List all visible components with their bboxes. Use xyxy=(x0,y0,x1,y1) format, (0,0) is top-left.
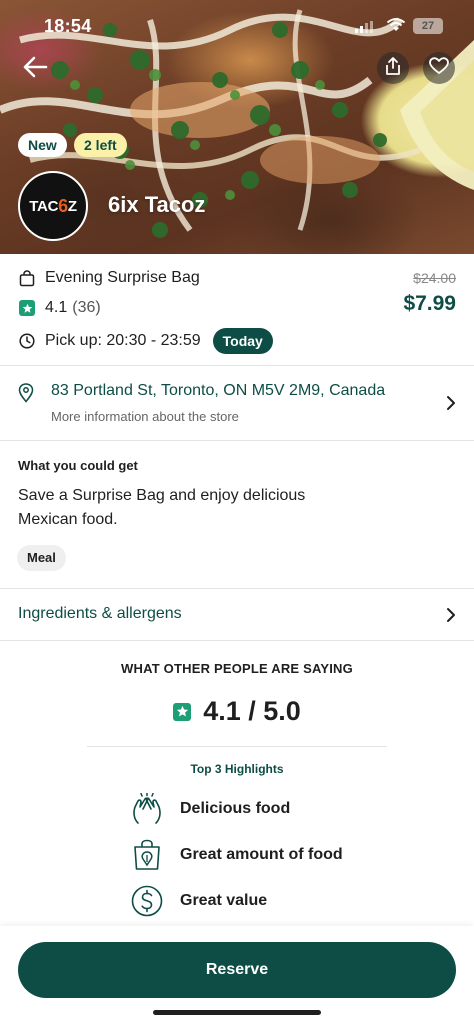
hero-image: 18:54 27 New 2 left TAC 6 Z 6ix Tacoz xyxy=(0,0,474,254)
dollar-icon xyxy=(130,884,164,918)
bag-description: Save a Surprise Bag and enjoy delicious … xyxy=(18,487,306,528)
reviews-heading: WHAT OTHER PEOPLE ARE SAYING xyxy=(121,661,353,676)
discounted-price: $7.99 xyxy=(403,292,456,315)
highlight-label: Delicious food xyxy=(180,800,291,817)
reviews-section: WHAT OTHER PEOPLE ARE SAYING 4.1 / 5.0 T… xyxy=(0,641,474,926)
bag-name: Evening Surprise Bag xyxy=(45,269,200,286)
share-icon xyxy=(384,56,402,81)
pickup-time: Pick up: 20:30 - 23:59 xyxy=(45,332,201,349)
star-icon xyxy=(19,300,35,316)
logo-text-accent: 6 xyxy=(58,195,68,216)
status-bar: 18:54 27 xyxy=(0,14,474,40)
bag-row: Evening Surprise Bag xyxy=(18,269,200,287)
score-value: 4.1 / 5.0 xyxy=(203,696,301,726)
overall-score: 4.1 / 5.0 xyxy=(0,696,474,727)
wifi-icon xyxy=(386,17,406,38)
footer-bar: Reserve xyxy=(0,926,474,1024)
highlights-title: Top 3 Highlights xyxy=(190,762,284,776)
logo-text-end: Z xyxy=(67,197,77,215)
highlight-label: Great amount of food xyxy=(180,846,343,863)
rating-row: 4.1 (36) xyxy=(18,299,101,317)
items-left-badge: 2 left xyxy=(74,133,127,157)
rating-value: 4.1 xyxy=(45,299,68,316)
rating-count: (36) xyxy=(72,299,101,316)
offer-info: Evening Surprise Bag 4.1 (36) Pick up: 2… xyxy=(0,254,474,366)
chevron-right-icon xyxy=(446,607,456,628)
highlight-item: Great value xyxy=(130,884,267,918)
ingredients-allergens-link[interactable]: Ingredients & allergens xyxy=(0,589,474,641)
cellular-signal-icon xyxy=(355,20,373,38)
highlight-label: Great value xyxy=(180,892,268,909)
store-logo: TAC 6 Z xyxy=(18,171,88,241)
original-price: $24.00 xyxy=(413,270,456,286)
store-info-subtitle: More information about the store xyxy=(51,409,239,424)
category-chip: Meal xyxy=(17,545,66,571)
reserve-button[interactable]: Reserve xyxy=(18,942,456,998)
what-you-could-get-section: What you could get Save a Surprise Bag a… xyxy=(0,441,474,589)
today-badge: Today xyxy=(212,328,273,354)
share-button[interactable] xyxy=(377,52,409,84)
store-address: 83 Portland St, Toronto, ON M5V 2M9, Can… xyxy=(51,382,386,399)
clock-icon xyxy=(18,332,36,350)
highlight-item: Great amount of food xyxy=(130,838,343,872)
food-bag-icon xyxy=(130,838,164,872)
home-indicator[interactable] xyxy=(153,1010,321,1015)
arrow-left-icon xyxy=(22,56,48,83)
store-name: 6ix Tacoz xyxy=(108,192,206,217)
store-address-link[interactable]: 83 Portland St, Toronto, ON M5V 2M9, Can… xyxy=(0,366,474,441)
highlight-item: Delicious food xyxy=(130,792,290,826)
divider xyxy=(87,746,387,747)
battery-indicator: 27 xyxy=(413,18,443,34)
logo-text: TAC xyxy=(29,197,59,215)
back-button[interactable] xyxy=(18,52,52,86)
chevron-right-icon xyxy=(446,395,456,416)
rating-icon-wrap xyxy=(18,299,36,317)
clapping-hands-icon xyxy=(130,792,164,826)
location-pin-icon xyxy=(18,383,34,408)
ingredients-label: Ingredients & allergens xyxy=(18,605,182,622)
favorite-button[interactable] xyxy=(423,52,455,84)
star-icon xyxy=(173,702,192,721)
new-badge: New xyxy=(18,133,67,157)
shopping-bag-icon xyxy=(18,269,36,287)
section-heading: What you could get xyxy=(18,458,138,473)
status-time: 18:54 xyxy=(44,16,92,36)
pickup-row: Pick up: 20:30 - 23:59 Today xyxy=(18,328,273,354)
heart-icon xyxy=(429,56,449,80)
